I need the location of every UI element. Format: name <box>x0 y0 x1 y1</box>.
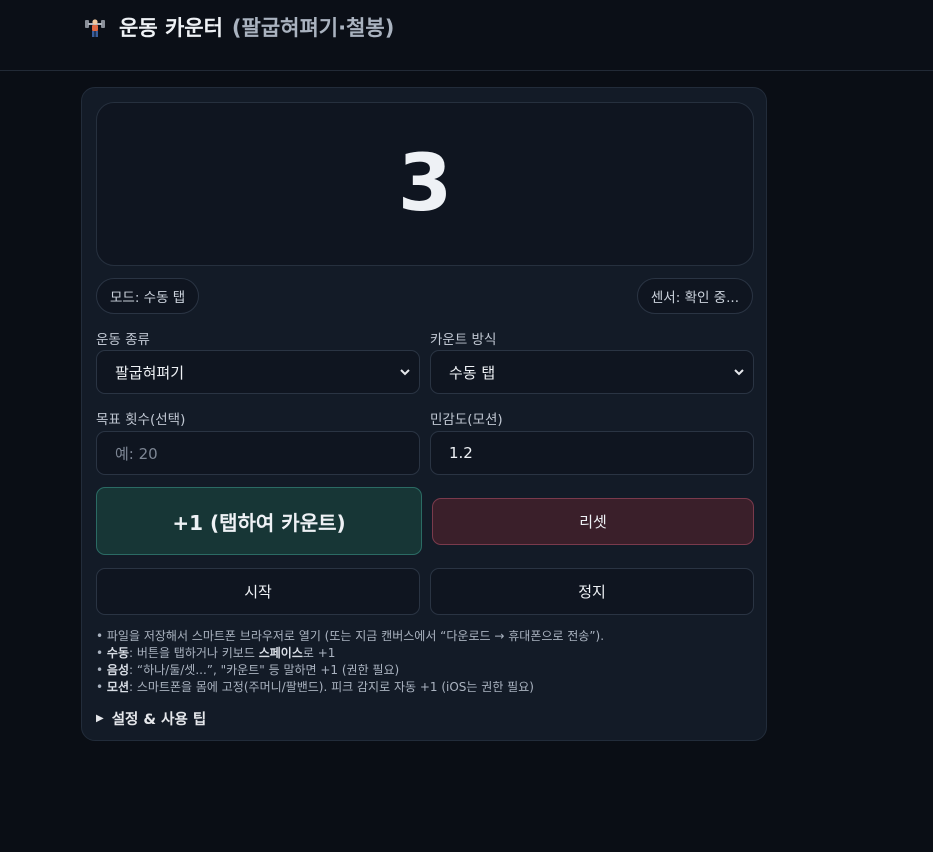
target-input[interactable]: 예: 20 <box>96 431 420 475</box>
weightlifter-icon <box>84 16 106 38</box>
sensor-badge: 센서: 확인 중... <box>636 278 753 314</box>
top-bar: 운동 카운터 (팔굽혀펴기·철봉) <box>0 0 933 71</box>
counter-card: 3 모드: 수동 탭 센서: 확인 중... 운동 종류 팔굽혀펴기 카운트 방… <box>81 87 767 741</box>
count-method-value: 수동 탭 <box>449 363 496 382</box>
settings-details-toggle[interactable]: ▶ 설정 & 사용 팁 <box>96 708 206 729</box>
sensitivity-label: 민감도(모션) <box>430 412 503 428</box>
counter-value: 3 <box>397 139 453 229</box>
help-line: • 모션: 스마트폰을 몸에 고정(주머니/팔밴드). 피크 감지로 자동 +1… <box>96 680 534 694</box>
counter-display[interactable]: 3 <box>96 102 754 266</box>
help-line: • 음성: “하나/둘/셋...”, "카운트" 등 말하면 +1 (권한 필요… <box>96 663 400 677</box>
stop-button[interactable]: 정지 <box>430 568 754 615</box>
app-subtitle: (팔굽혀펴기·철봉) <box>231 16 395 40</box>
triangle-right-icon: ▶ <box>96 713 104 724</box>
exercise-value: 팔굽혀펴기 <box>115 363 185 382</box>
mode-badge: 모드: 수동 탭 <box>96 278 200 314</box>
exercise-label: 운동 종류 <box>96 332 150 348</box>
count-method-label: 카운트 방식 <box>430 332 497 348</box>
target-label: 목표 횟수(선택) <box>96 412 186 428</box>
sensitivity-input[interactable]: 1.2 <box>430 431 754 475</box>
reset-button[interactable]: 리셋 <box>432 498 754 545</box>
app-title-text: 운동 카운터 <box>119 16 223 40</box>
help-line: • 수동: 버튼을 탭하거나 키보드 스페이스로 +1 <box>96 646 336 660</box>
details-summary: 설정 & 사용 팁 <box>111 712 207 728</box>
help-line: • 파일을 저장해서 스마트폰 브라우저로 열기 (또는 지금 캔버스에서 “다… <box>96 629 605 643</box>
count-button[interactable]: +1 (탭하여 카운트) <box>96 487 422 555</box>
chevron-down-icon <box>733 365 745 379</box>
help-text: • 파일을 저장해서 스마트폰 브라우저로 열기 (또는 지금 캔버스에서 “다… <box>96 628 604 696</box>
start-button[interactable]: 시작 <box>96 568 420 615</box>
target-placeholder: 예: 20 <box>115 444 158 463</box>
exercise-select[interactable]: 팔굽혀펴기 <box>96 350 420 394</box>
sensitivity-value: 1.2 <box>449 444 473 462</box>
chevron-down-icon <box>399 365 411 379</box>
app-title: 운동 카운터 (팔굽혀펴기·철봉) <box>84 12 394 42</box>
count-method-select[interactable]: 수동 탭 <box>430 350 754 394</box>
